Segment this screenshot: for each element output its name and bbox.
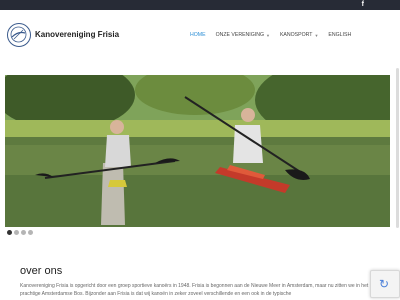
nav-label: ENGLISH [328,32,352,38]
slide-dot-1[interactable] [7,230,12,235]
page-scrollbar[interactable] [396,68,399,228]
nav-label: ONZE VERENIGING [215,32,264,38]
hero-slide-image[interactable] [5,75,390,227]
chevron-down-icon: ▼ [314,32,319,38]
recaptcha-badge[interactable]: ↻ [370,270,400,298]
nav-kanosport[interactable]: KANOSPORT ▼ [280,32,318,38]
site-header: Kanovereniging Frisia HOME ONZE VERENIGI… [0,10,400,65]
nav-label: KANOSPORT [279,32,313,38]
about-title: over ons [20,265,63,277]
main-nav: HOME ONZE VERENIGING ▼ KANOSPORT ▼ ENGLI… [190,32,361,38]
chevron-down-icon: ▼ [266,32,270,38]
nav-home[interactable]: HOME [190,32,206,38]
recaptcha-icon: ↻ [379,277,390,291]
slide-dot-3[interactable] [21,230,26,235]
nav-label: HOME [190,32,206,38]
club-logo[interactable] [7,23,31,47]
slide-dot-4[interactable] [28,230,33,235]
facebook-icon[interactable]: f [362,1,364,9]
slide-dot-2[interactable] [14,230,19,235]
nav-onze-vereniging[interactable]: ONZE VERENIGING ▼ [216,32,270,38]
brand-name[interactable]: Kanovereniging Frisia [35,30,119,39]
about-text: Kanovereniging Frisia is opgericht door … [20,283,369,297]
top-bar: f [0,0,400,10]
nav-english[interactable]: ENGLISH [328,32,351,38]
slider-pagination [7,230,33,235]
